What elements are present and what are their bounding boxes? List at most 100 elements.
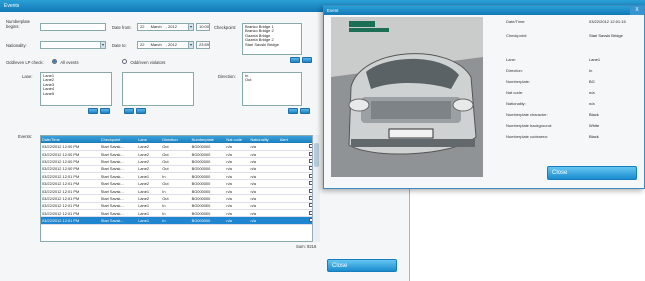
table-row[interactable]: 03/22/2012 12:00 PM Stari Savsk... Lane2 Ou…: [41, 150, 319, 159]
info-value: 03/22/2012 12:01:15: [589, 19, 626, 24]
vehicle-photo: [331, 17, 483, 177]
table-cell: BG000000: [190, 209, 226, 218]
calendar-dropdown-icon[interactable]: ▾: [188, 42, 193, 48]
table-cell: n/a: [225, 216, 250, 225]
sum-label: Sum:: [296, 244, 306, 249]
calendar-dropdown-icon[interactable]: ▾: [188, 24, 193, 30]
info-label: Numberplate:: [506, 79, 531, 84]
list-item[interactable]: Lane5: [43, 91, 109, 96]
date-to-picker[interactable]: 22 March , 2012 ▾: [137, 41, 194, 49]
event-close-button[interactable]: Close: [547, 166, 637, 180]
column-header[interactable]: Date/Time: [41, 136, 100, 143]
nationality-select[interactable]: ▾: [40, 41, 106, 49]
table-cell: Stari Savsk...: [99, 202, 138, 211]
table-cell: Out: [161, 150, 191, 159]
direction-select-all-button[interactable]: [288, 108, 298, 114]
table-cell: BG000000: [190, 143, 226, 151]
table-cell: n/a: [225, 150, 250, 159]
date-from-time-input[interactable]: 10:00: [196, 23, 210, 31]
column-header[interactable]: Alert: [278, 136, 309, 143]
radio-unselected-icon[interactable]: [122, 59, 127, 64]
checkpoint-list[interactable]: Branko Bridge 1 Branko Bridge 2 Gazela B…: [242, 23, 302, 55]
table-row[interactable]: 03/22/2012 12:01 PM Stari Savsk... Lane1 In…: [41, 202, 319, 211]
radio-all-events[interactable]: All events: [52, 59, 79, 66]
table-cell: n/a: [249, 194, 279, 203]
table-body: 03/22/2012 12:00 PM Stari Savsk... Lane2 Ou…: [41, 143, 319, 225]
table-row[interactable]: 03/22/2012 12:01 PM Stari Savsk... Lane1 In…: [41, 216, 319, 225]
table-row[interactable]: 03/22/2012 12:01 PM Stari Savsk... Lane1 In…: [41, 172, 319, 181]
info-value: Black: [589, 134, 599, 139]
table-cell: Lane2: [137, 150, 162, 159]
table-cell: Stari Savsk...: [99, 143, 138, 151]
table-cell: Stari Savsk...: [99, 179, 138, 188]
secondary-list[interactable]: [122, 72, 194, 106]
table-cell: n/a: [225, 165, 250, 174]
column-header[interactable]: Lane: [137, 136, 162, 143]
event-title-bar: Event: [324, 6, 644, 15]
table-cell: n/a: [249, 172, 279, 181]
lane-select-all-button[interactable]: [88, 108, 98, 114]
table-cell: Stari Savsk...: [99, 165, 138, 174]
checkpoint-clear-button[interactable]: [302, 57, 312, 63]
column-header[interactable]: Nationality: [249, 136, 279, 143]
column-header[interactable]: Checkpoint: [99, 136, 138, 143]
table-cell: Out: [161, 143, 191, 151]
table-row[interactable]: 03/22/2012 12:01 PM Stari Savsk... Lane1 In…: [41, 187, 319, 196]
info-label: Date/Time:: [506, 19, 526, 24]
radio-oddeven-violators[interactable]: Odd/even violators: [122, 59, 165, 66]
table-row[interactable]: 03/22/2012 12:00 PM Stari Savsk... Lane2 Ou…: [41, 165, 319, 174]
date-from-month: March: [150, 24, 162, 29]
table-cell: 03/22/2012 12:00 PM: [41, 150, 100, 159]
table-cell: n/a: [249, 202, 279, 211]
table-cell: n/a: [225, 157, 250, 166]
direction-list[interactable]: In Out: [242, 72, 302, 106]
table-cell: [278, 157, 309, 166]
date-from-picker[interactable]: 22 March , 2012 ▾: [137, 23, 194, 31]
info-value: BG: [589, 79, 595, 84]
checkpoint-select-all-button[interactable]: [290, 57, 300, 63]
table-cell: Stari Savsk...: [99, 157, 138, 166]
table-cell: BG000000: [190, 172, 226, 181]
secondary-select-all-button[interactable]: [124, 108, 134, 114]
scroll-thumb[interactable]: [314, 143, 319, 167]
table-cell: Out: [161, 157, 191, 166]
radio-selected-icon[interactable]: [52, 59, 57, 64]
table-cell: 03/22/2012 12:01 PM: [41, 209, 100, 218]
table-scrollbar[interactable]: [312, 135, 320, 242]
numberplate-input[interactable]: [40, 23, 106, 31]
table-cell: n/a: [225, 194, 250, 203]
date-to-time-input[interactable]: 23:59: [196, 41, 210, 49]
secondary-clear-button[interactable]: [136, 108, 146, 114]
column-header[interactable]: Numberplate: [190, 136, 226, 143]
table-row[interactable]: 03/22/2012 12:01 PM Stari Savsk... Lane2 Ou…: [41, 194, 319, 203]
table-cell: 03/22/2012 12:01 PM: [41, 187, 100, 196]
table-cell: n/a: [249, 187, 279, 196]
close-icon[interactable]: X: [630, 6, 644, 15]
column-header[interactable]: Direction: [161, 136, 191, 143]
table-cell: BG000000: [190, 216, 226, 225]
column-header[interactable]: Nat code: [225, 136, 250, 143]
table-row[interactable]: 03/22/2012 12:01 PM Stari Savsk... Lane2 Ou…: [41, 179, 319, 188]
table-cell: Lane2: [137, 165, 162, 174]
events-table: Date/Time Checkpoint Lane Direction Numberpl…: [40, 135, 320, 242]
table-cell: BG000000: [190, 194, 226, 203]
table-cell: BG000000: [190, 150, 226, 159]
table-row[interactable]: 03/22/2012 12:00 PM Stari Savsk... Lane2 Ou…: [41, 157, 319, 166]
table-row[interactable]: 03/22/2012 12:00 PM Stari Savsk... Lane2 Ou…: [41, 143, 319, 151]
direction-clear-button[interactable]: [300, 108, 310, 114]
table-cell: 03/22/2012 12:00 PM: [41, 143, 100, 151]
date-to-month: March: [150, 42, 162, 47]
close-button[interactable]: Close: [327, 259, 397, 272]
table-cell: In: [161, 187, 191, 196]
list-item[interactable]: Stari Savski Bridge: [245, 42, 299, 47]
lane-clear-button[interactable]: [100, 108, 110, 114]
table-cell: Lane2: [137, 179, 162, 188]
lane-list[interactable]: Lane1 Lane2 Lane3 Lane4 Lane5: [40, 72, 112, 106]
table-cell: [278, 194, 309, 203]
date-from-label: Date from:: [112, 25, 132, 30]
table-row[interactable]: 03/22/2012 12:01 PM Stari Savsk... Lane1 In…: [41, 209, 319, 218]
list-item[interactable]: Out: [245, 77, 299, 82]
table-cell: Stari Savsk...: [99, 150, 138, 159]
chevron-down-icon[interactable]: ▾: [100, 42, 105, 48]
sum-value: 9216: [307, 244, 317, 249]
